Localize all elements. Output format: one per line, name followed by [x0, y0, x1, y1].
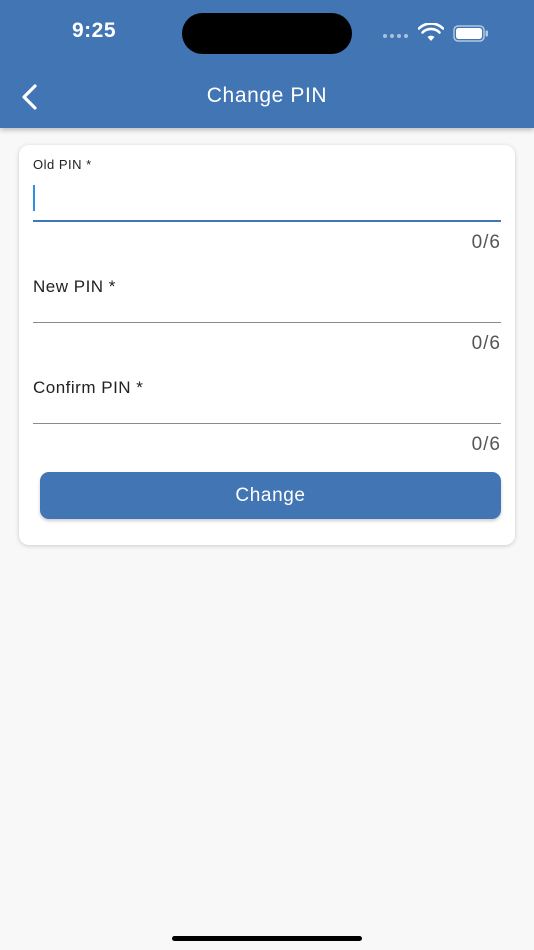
- confirm-pin-counter: 0/6: [471, 434, 501, 455]
- change-pin-form-card: Old PIN * 0/6 New PIN * 0/6 Confirm PIN …: [19, 145, 515, 545]
- confirm-pin-field: Confirm PIN * 0/6: [33, 366, 501, 466]
- wifi-icon: [418, 23, 444, 41]
- signal-icon: [383, 34, 408, 38]
- text-caret: [33, 185, 35, 211]
- home-indicator: [172, 936, 362, 941]
- new-pin-input[interactable]: [33, 285, 501, 319]
- old-pin-label: Old PIN *: [33, 157, 92, 172]
- battery-icon: [453, 25, 488, 42]
- change-button[interactable]: Change: [40, 472, 501, 519]
- status-time: 9:25: [72, 19, 117, 42]
- new-pin-field: New PIN * 0/6: [33, 265, 501, 365]
- new-pin-underline: [33, 322, 501, 323]
- old-pin-input[interactable]: [33, 181, 501, 215]
- old-pin-counter: 0/6: [471, 232, 501, 253]
- page-title: Change PIN: [206, 84, 328, 107]
- confirm-pin-input[interactable]: [33, 386, 501, 420]
- app-bar: 9:25 Change PIN: [0, 0, 534, 128]
- new-pin-counter: 0/6: [471, 333, 501, 354]
- old-pin-field: Old PIN * 0/6: [33, 145, 501, 255]
- confirm-pin-underline: [33, 423, 501, 424]
- dynamic-island: [182, 13, 352, 54]
- old-pin-underline: [33, 220, 501, 222]
